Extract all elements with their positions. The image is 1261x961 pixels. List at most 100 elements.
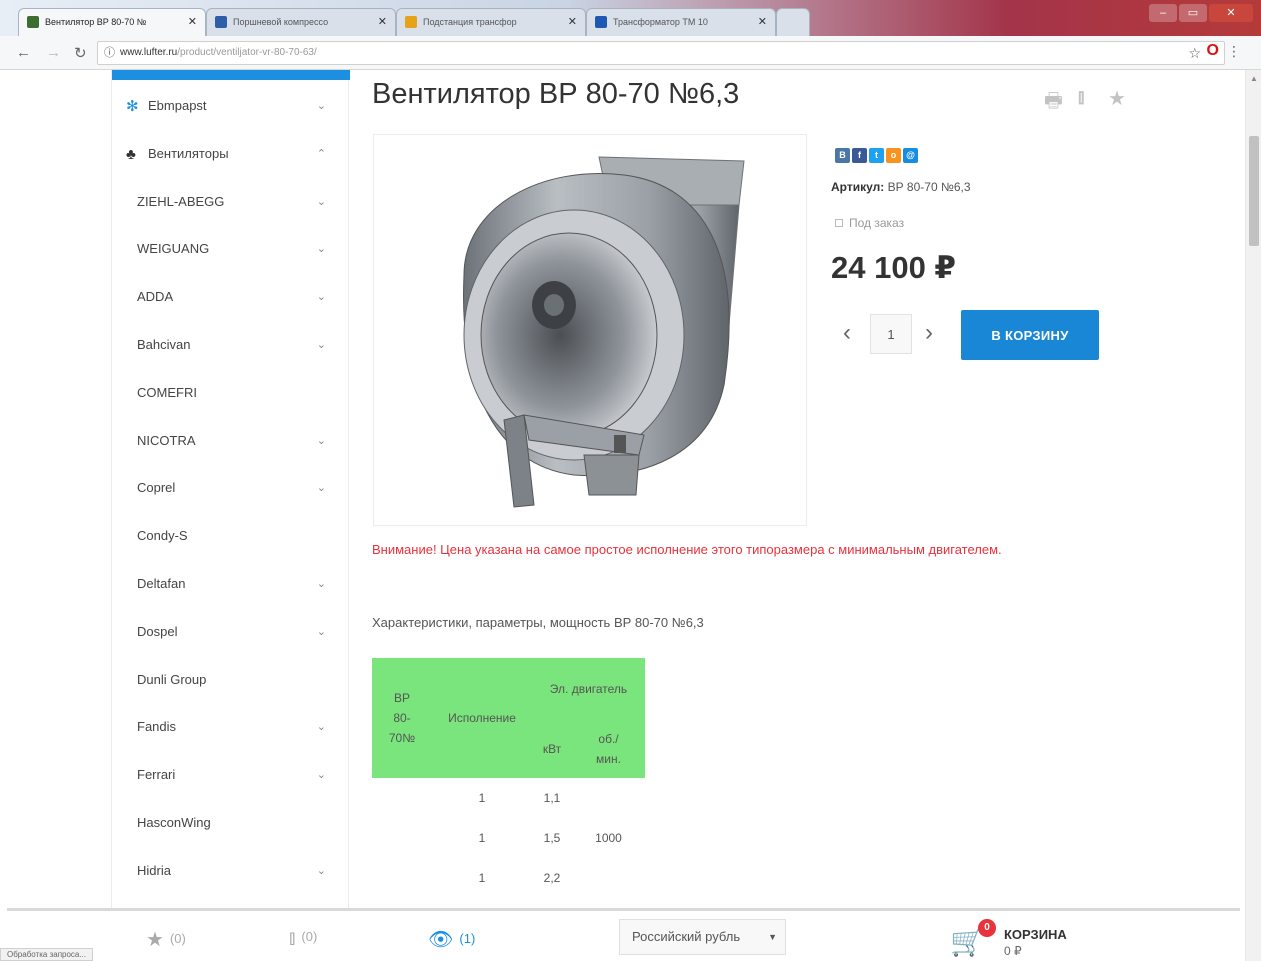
sidebar-item-text: ZIEHL-ABEGG [137,193,225,209]
favorites-link[interactable]: ★ (0) [146,927,186,952]
table-header-row: ВР 80-70№ Исполнение Эл. двигатель [372,658,645,778]
sidebar-item-label: Deltafan [137,560,185,608]
bookmark-star-icon[interactable]: ☆ [1188,45,1201,62]
sidebar-item[interactable]: Condy-S [112,512,348,560]
tab-title: Трансформатор ТМ 10 [613,17,708,27]
sidebar-item[interactable]: Dunli Group [112,656,348,704]
table-row: 1 1,1 1000 [372,778,645,845]
page-title: Вентилятор ВР 80-70 №6,3 [372,78,740,110]
browser-menu-icon[interactable]: ⋮ [1227,43,1241,60]
sku-value: ВР 80-70 №6,3 [887,180,971,194]
sidebar-item-label: HasconWing [137,799,211,847]
quantity-decrease-icon[interactable]: ‹ [843,319,851,347]
sidebar-item[interactable]: Deltafan ⌄ [112,560,348,608]
browser-tab[interactable]: Поршневой компрессо ✕ [206,8,396,36]
reload-icon[interactable]: ↻ [74,44,87,62]
forward-icon[interactable]: → [46,44,61,61]
chevron-down-icon[interactable]: ⌄ [317,82,326,130]
chevron-down-icon[interactable]: ⌄ [317,178,326,226]
viewed-link[interactable]: 👁 (1) [428,927,475,952]
chevron-down-icon[interactable]: ⌄ [317,751,326,799]
sidebar-item-label: Ferrari [137,751,175,799]
chevron-down-icon[interactable]: ⌄ [317,560,326,608]
chevron-down-icon[interactable]: ⌄ [317,321,326,369]
tab-favicon [27,16,39,28]
chevron-down-icon[interactable]: ⌄ [317,608,326,656]
sidebar-item[interactable]: ♣ Вентиляторы ⌃ [112,130,348,178]
sidebar-item[interactable]: Fandis ⌄ [112,703,348,751]
header-rpm: об./мин. [572,720,645,778]
sidebar-item-label: NICOTRA [137,417,196,465]
chevron-down-icon[interactable]: ⌄ [317,417,326,465]
sidebar-item-text: HasconWing [137,815,211,830]
tab-close-icon[interactable]: ✕ [568,9,577,35]
minimize-icon[interactable]: – [1149,4,1177,22]
compare-link[interactable]: ⫾ (0) [289,927,317,950]
quantity-input[interactable] [870,314,912,354]
favorite-star-icon[interactable]: ★ [1108,86,1126,111]
sidebar-item[interactable]: NICOTRA ⌄ [112,417,348,465]
browser-tab[interactable]: Подстанция трансфор ✕ [396,8,586,36]
compare-icon[interactable]: ⫾ [1078,86,1084,109]
product-sku: Артикул: ВР 80-70 №6,3 [831,180,971,194]
sidebar-item[interactable]: HasconWing [112,799,348,847]
sidebar-item[interactable]: ZIEHL-ABEGG ⌄ [112,178,348,226]
scrollbar-thumb[interactable] [1249,136,1259,246]
vk-share-icon[interactable]: В [835,148,850,163]
print-icon[interactable]: 🖶 [1044,86,1063,120]
chevron-down-icon[interactable]: ⌄ [317,273,326,321]
new-tab-button[interactable] [776,8,810,36]
tab-title: Вентилятор ВР 80-70 № [45,17,147,27]
header-kw: кВт [532,720,572,778]
sidebar-item[interactable]: WEIGUANG ⌄ [112,225,348,273]
sidebar-item-label: Dospel [137,608,177,656]
browser-tab-active[interactable]: Вентилятор ВР 80-70 № ✕ [18,8,206,36]
sidebar-item[interactable]: ADDA ⌄ [112,273,348,321]
page-viewport: ✻ Ebmpapst ⌄ ♣ Вентиляторы ⌃ ZIEHL-ABEGG ⌄ WEIGU… [0,70,1261,961]
twitter-share-icon[interactable]: t [869,148,884,163]
chevron-down-icon[interactable]: ⌄ [317,847,326,895]
odnoklassniki-share-icon[interactable]: o [886,148,901,163]
maximize-icon[interactable]: ▭ [1179,4,1207,22]
tab-close-icon[interactable]: ✕ [378,9,387,35]
dropdown-caret-icon: ▼ [768,932,777,942]
sidebar-item-text: Ebmpapst [148,98,207,113]
scroll-up-icon[interactable]: ▲ [1250,74,1258,83]
sidebar-item-label: ZIEHL-ABEGG [137,178,224,226]
chevron-up-icon[interactable]: ⌃ [317,130,326,178]
sidebar-item[interactable]: Hidria ⌄ [112,847,348,895]
url-field[interactable]: ⓘ www.lufter.ru/product/ventiljator-vr-8… [97,41,1225,65]
opera-icon[interactable]: O [1207,42,1219,60]
tab-close-icon[interactable]: ✕ [188,9,197,35]
chevron-down-icon[interactable]: ⌄ [317,225,326,273]
browser-tab[interactable]: Трансформатор ТМ 10 ✕ [586,8,776,36]
category-sidebar: ✻ Ebmpapst ⌄ ♣ Вентиляторы ⌃ ZIEHL-ABEGG ⌄ WEIGU… [111,70,350,910]
close-window-icon[interactable]: ✕ [1209,4,1253,22]
sidebar-item-text: Вентиляторы [148,145,229,161]
sidebar-item[interactable]: Ferrari ⌄ [112,751,348,799]
info-icon[interactable]: ⓘ [104,42,115,64]
add-to-cart-button[interactable]: в корзину [961,310,1099,360]
tab-close-icon[interactable]: ✕ [758,9,767,35]
cell-execution: 1 [478,831,486,845]
back-icon[interactable]: ← [16,44,31,61]
page-scrollbar[interactable]: ▲ [1245,70,1261,961]
sidebar-item[interactable]: Coprel ⌄ [112,464,348,512]
window-controls: – ▭ ✕ [1123,4,1253,24]
sidebar-item-label: Fandis [137,703,176,751]
quantity-increase-icon[interactable]: › [925,319,933,347]
chevron-down-icon[interactable]: ⌄ [317,464,326,512]
sidebar-item-label: ♣ Вентиляторы [126,130,229,179]
facebook-share-icon[interactable]: f [852,148,867,163]
sidebar-item[interactable]: COMEFRI [112,369,348,417]
sidebar-item[interactable]: ✻ Ebmpapst ⌄ [112,82,348,130]
cell-kw: 1,1 [543,791,561,805]
sidebar-item[interactable]: Bahcivan ⌄ [112,321,348,369]
currency-select[interactable]: Российский рубль ▼ [619,919,786,955]
mail-share-icon[interactable]: @ [903,148,918,163]
product-image[interactable] [373,134,807,526]
chevron-down-icon[interactable]: ⌄ [317,703,326,751]
availability-icon [835,219,843,227]
sidebar-item[interactable]: Dospel ⌄ [112,608,348,656]
viewed-count: (1) [459,931,476,946]
